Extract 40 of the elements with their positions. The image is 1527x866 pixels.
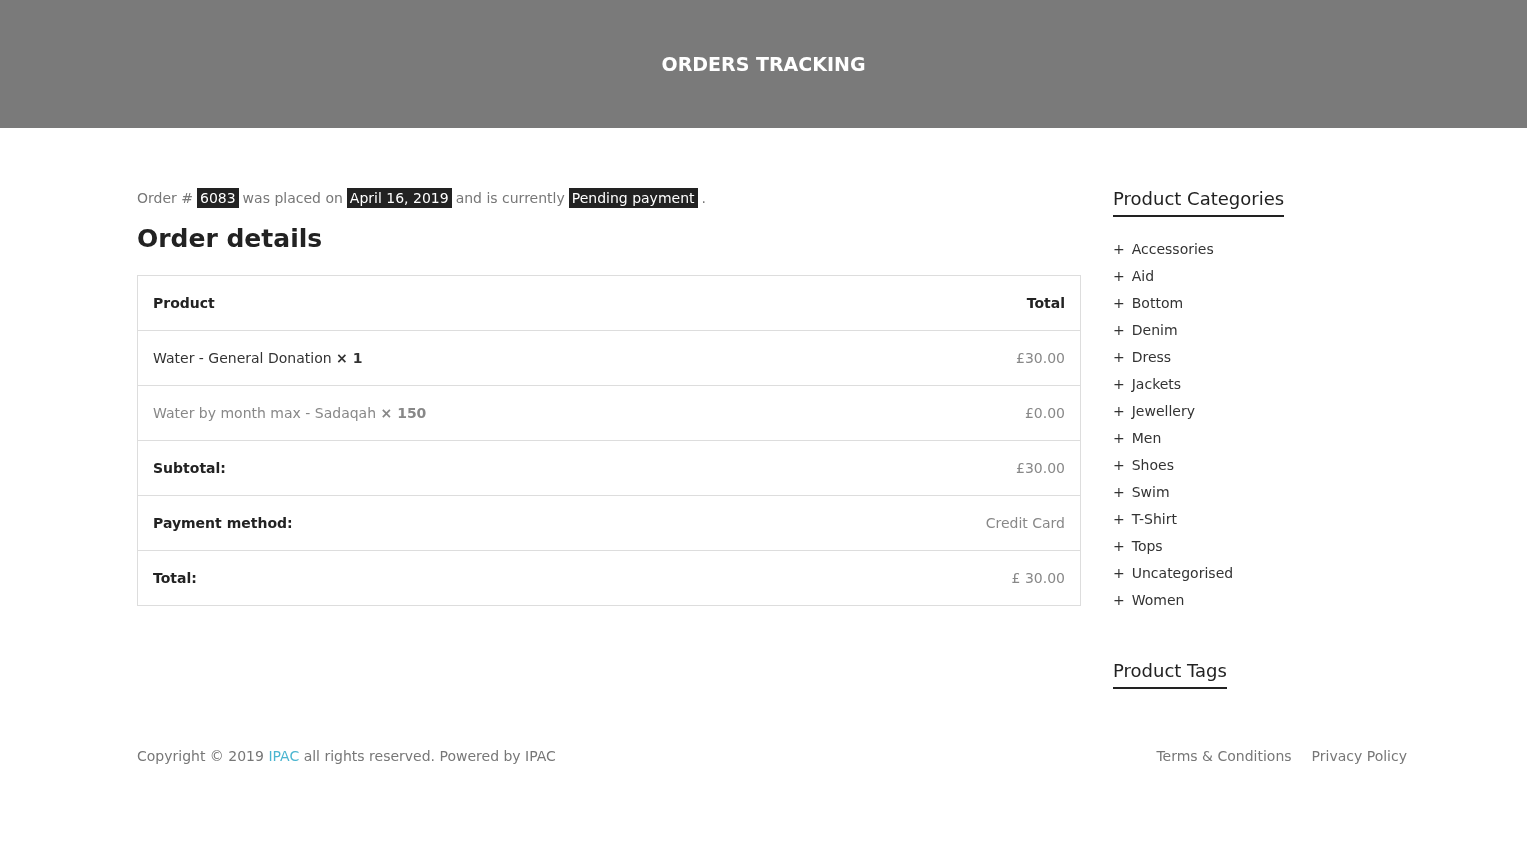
column-header: Total <box>1026 295 1065 311</box>
category-link[interactable]: + Shoes <box>1113 457 1407 473</box>
highlighted-text: Pending payment <box>568 188 698 208</box>
total-value: £30.00 <box>1016 460 1065 476</box>
footer-link[interactable]: Privacy Policy <box>1311 748 1407 764</box>
column-header: Product <box>153 295 215 311</box>
total-value: Credit Card <box>985 515 1065 531</box>
summary-text: Order # <box>137 190 193 206</box>
footer-link[interactable]: Terms & Conditions <box>1156 748 1292 764</box>
highlighted-text: April 16, 2019 <box>346 188 452 208</box>
category-link[interactable]: + Tops <box>1113 538 1407 554</box>
category-link[interactable]: + Men <box>1113 430 1407 446</box>
price-cell: £30.00 <box>1016 350 1065 366</box>
page-title: ORDERS TRACKING <box>661 53 866 75</box>
category-link[interactable]: + Accessories <box>1113 241 1407 257</box>
total-label: Subtotal: <box>153 460 226 476</box>
category-link[interactable]: + Jewellery <box>1113 403 1407 419</box>
summary-text: . <box>701 190 706 206</box>
sidebar-heading: Product Tags <box>1113 660 1227 689</box>
highlighted-text: 6083 <box>196 188 239 208</box>
category-link[interactable]: + Uncategorised <box>1113 565 1407 581</box>
summary-text: was placed on <box>242 190 343 206</box>
total-label: Total: <box>153 570 197 586</box>
summary-text: and is currently <box>455 190 565 206</box>
category-link[interactable]: + Dress <box>1113 349 1407 365</box>
total-value: £ 30.00 <box>1011 570 1065 586</box>
category-link[interactable]: + Jackets <box>1113 376 1407 392</box>
category-link[interactable]: + Women <box>1113 592 1407 608</box>
product-name: Water by month max - Sadaqah × 150 <box>153 405 427 421</box>
category-link[interactable]: + T-Shirt <box>1113 511 1407 527</box>
section-heading: Order details <box>137 224 324 253</box>
category-link[interactable]: + Bottom <box>1113 295 1407 311</box>
sidebar-heading: Product Categories <box>1113 188 1285 217</box>
price-cell: £0.00 <box>1024 405 1065 421</box>
copyright-text: Copyright © 2019 IPAC all rights reserved. Powered by IPAC <box>137 748 556 764</box>
category-link[interactable]: + Swim <box>1113 484 1407 500</box>
category-link[interactable]: + Denim <box>1113 322 1407 338</box>
category-link[interactable]: + Aid <box>1113 268 1407 284</box>
total-label: Payment method: <box>153 515 293 531</box>
product-link[interactable]: Water - General Donation × 1 <box>153 350 363 366</box>
